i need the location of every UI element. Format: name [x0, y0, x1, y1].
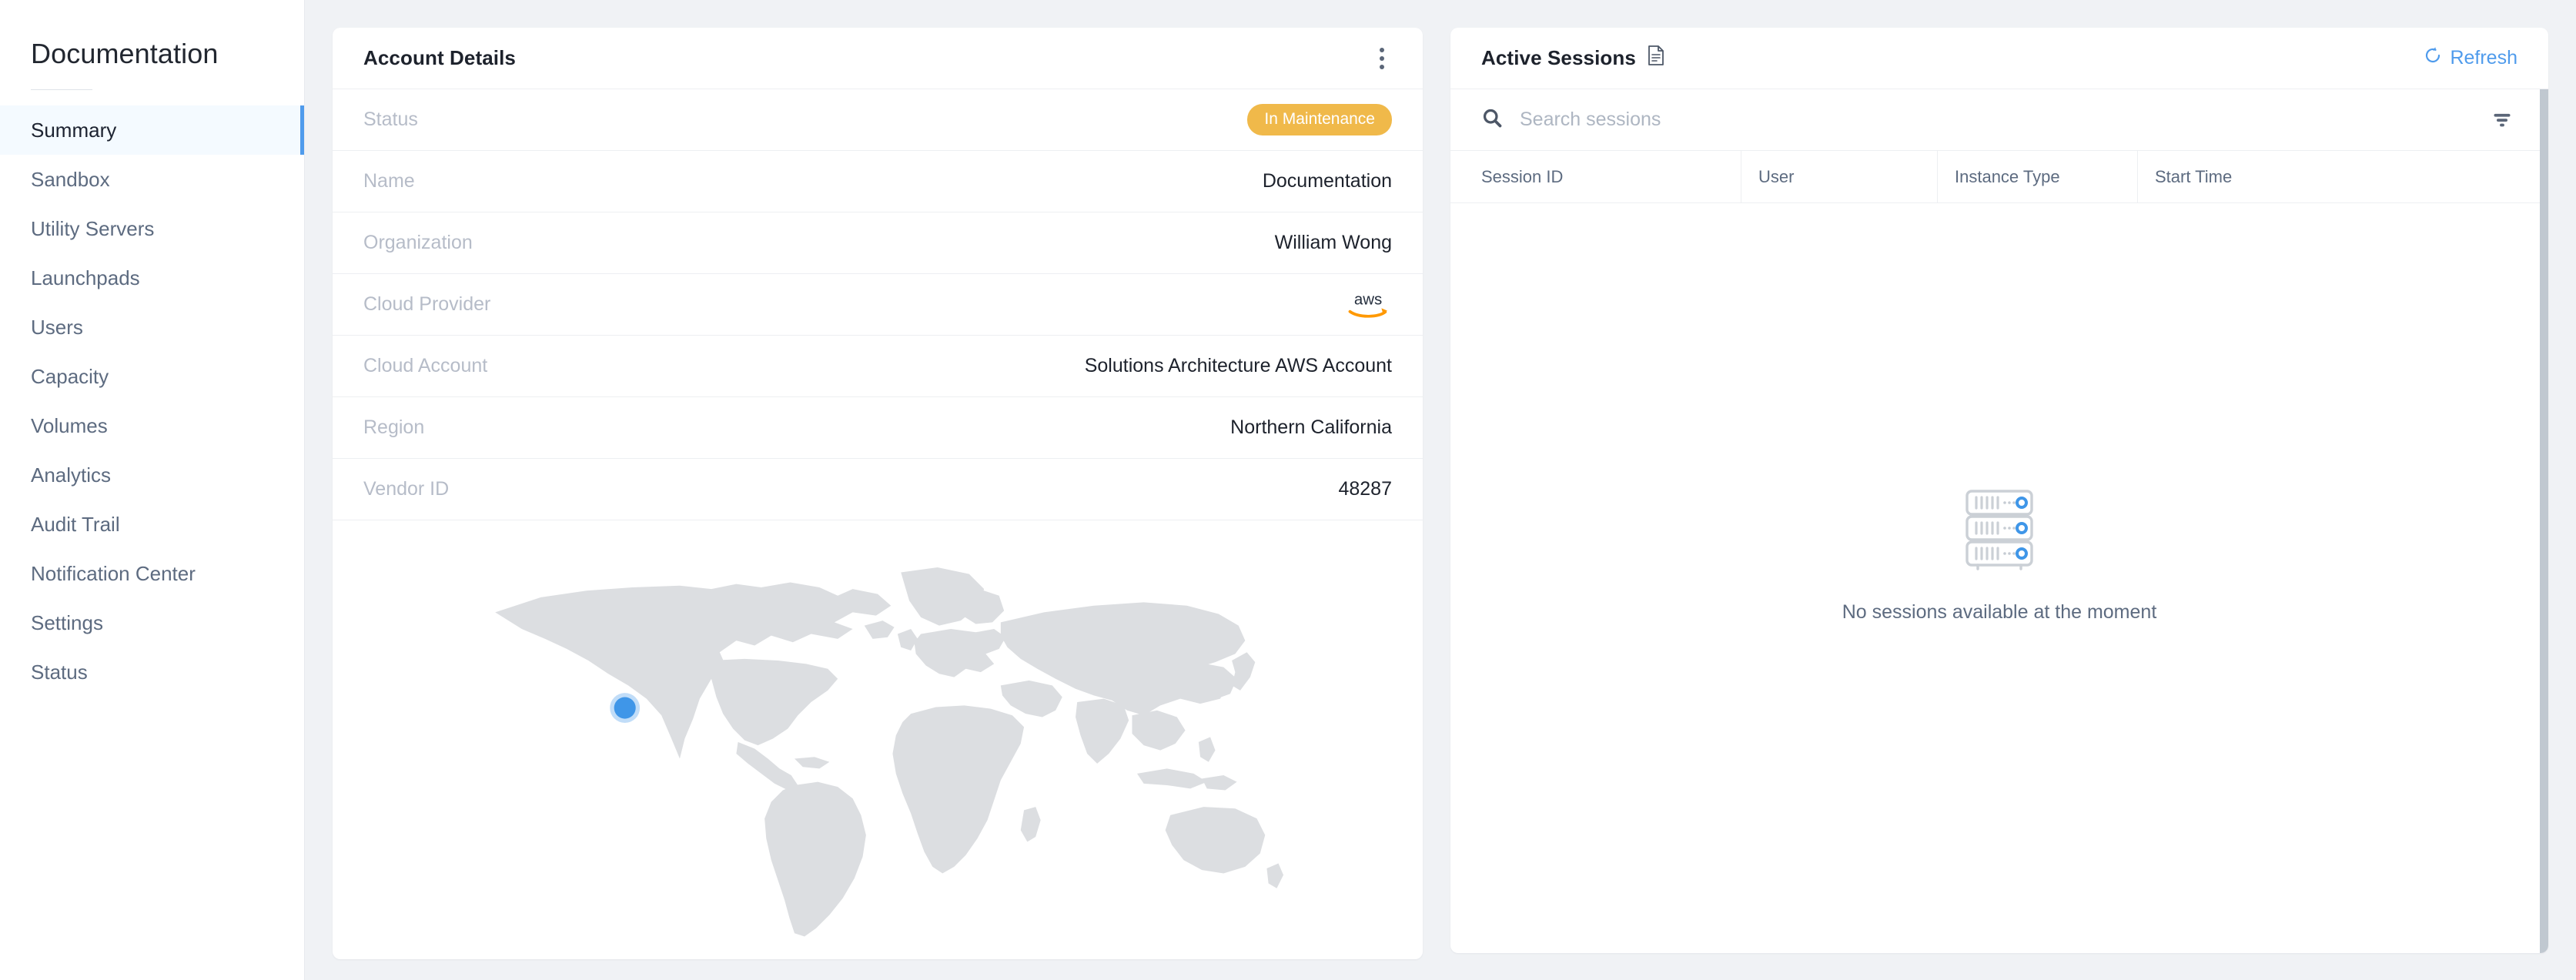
empty-state-message: No sessions available at the moment	[1842, 601, 2157, 623]
active-sessions-title: Active Sessions	[1481, 46, 1636, 69]
sidebar-item-label: Users	[31, 316, 83, 339]
sidebar-item-volumes[interactable]: Volumes	[0, 401, 304, 450]
sidebar-item-users[interactable]: Users	[0, 303, 304, 352]
detail-label: Region	[363, 416, 425, 438]
aws-logo-icon: aws	[1344, 289, 1392, 321]
svg-text:aws: aws	[1354, 290, 1382, 308]
sidebar-item-capacity[interactable]: Capacity	[0, 352, 304, 401]
main-content: Account Details Status In Maintenance Na…	[305, 0, 2576, 980]
detail-label: Cloud Provider	[363, 293, 491, 315]
detail-value: 48287	[1338, 478, 1392, 500]
detail-row-cloud-account: Cloud Account Solutions Architecture AWS…	[333, 336, 1423, 397]
sidebar-divider	[31, 89, 92, 90]
app-root: Documentation Summary Sandbox Utility Se…	[0, 0, 2576, 980]
sidebar-item-label: Launchpads	[31, 266, 140, 289]
sidebar-item-label: Notification Center	[31, 562, 196, 585]
active-sessions-title-group: Active Sessions	[1481, 45, 1665, 72]
column-header-start-time[interactable]: Start Time	[2138, 151, 2548, 202]
sidebar-item-analytics[interactable]: Analytics	[0, 450, 304, 500]
detail-row-cloud-provider: Cloud Provider aws	[333, 274, 1423, 336]
account-details-title: Account Details	[363, 46, 516, 69]
detail-row-region: Region Northern California	[333, 397, 1423, 459]
sidebar-item-label: Analytics	[31, 463, 112, 487]
detail-row-vendor-id: Vendor ID 48287	[333, 459, 1423, 520]
sidebar-item-label: Audit Trail	[31, 513, 120, 536]
detail-row-status: Status In Maintenance	[333, 89, 1423, 151]
refresh-label: Refresh	[2450, 47, 2517, 69]
detail-value: Northern California	[1230, 416, 1392, 438]
refresh-icon	[2424, 46, 2442, 70]
detail-row-name: Name Documentation	[333, 151, 1423, 212]
column-header-user[interactable]: User	[1741, 151, 1938, 202]
world-map-svg	[495, 567, 1284, 937]
map-marker-northern-california	[610, 693, 641, 723]
sidebar-item-notification-center[interactable]: Notification Center	[0, 549, 304, 598]
filter-icon[interactable]	[2487, 105, 2517, 135]
sessions-table-header: Session ID User Instance Type Start Time	[1450, 151, 2548, 203]
session-search-bar	[1450, 89, 2548, 151]
sidebar-item-launchpads[interactable]: Launchpads	[0, 253, 304, 303]
sessions-scrollbar[interactable]	[2539, 89, 2548, 953]
account-details-header: Account Details	[333, 28, 1423, 89]
detail-label: Vendor ID	[363, 478, 450, 500]
sidebar-item-label: Sandbox	[31, 168, 110, 191]
sidebar-item-label: Volumes	[31, 414, 108, 437]
sidebar-item-summary[interactable]: Summary	[0, 105, 304, 155]
active-sessions-card: Active Sessions Refresh Search sessions …	[1450, 28, 2548, 953]
detail-value: William Wong	[1274, 232, 1392, 253]
sidebar-item-label: Status	[31, 661, 88, 684]
sidebar-item-audit-trail[interactable]: Audit Trail	[0, 500, 304, 549]
sidebar-item-label: Summary	[31, 119, 117, 142]
detail-row-organization: Organization William Wong	[333, 212, 1423, 274]
sidebar-item-status[interactable]: Status	[0, 647, 304, 697]
sidebar-item-label: Settings	[31, 611, 103, 634]
detail-label: Cloud Account	[363, 355, 488, 376]
sidebar-item-sandbox[interactable]: Sandbox	[0, 155, 304, 204]
sidebar-item-label: Utility Servers	[31, 217, 155, 240]
sidebar-item-settings[interactable]: Settings	[0, 598, 304, 647]
detail-label: Name	[363, 170, 415, 192]
kebab-menu-icon[interactable]	[1372, 42, 1392, 75]
search-icon	[1481, 107, 1503, 132]
status-badge: In Maintenance	[1247, 104, 1392, 135]
detail-value: Solutions Architecture AWS Account	[1084, 355, 1392, 376]
sidebar-nav-list: Summary Sandbox Utility Servers Launchpa…	[0, 105, 304, 697]
world-map	[333, 520, 1423, 959]
detail-label: Status	[363, 109, 418, 130]
world-map-landmasses	[495, 567, 1284, 937]
document-icon[interactable]	[1647, 45, 1665, 72]
sidebar: Documentation Summary Sandbox Utility Se…	[0, 0, 305, 980]
column-header-session-id[interactable]: Session ID	[1450, 151, 1741, 202]
sidebar-item-label: Capacity	[31, 365, 109, 388]
sidebar-item-utility-servers[interactable]: Utility Servers	[0, 204, 304, 253]
account-details-card: Account Details Status In Maintenance Na…	[333, 28, 1423, 959]
active-sessions-header: Active Sessions Refresh	[1450, 28, 2548, 89]
sessions-scrollbar-thumb[interactable]	[2540, 89, 2548, 953]
detail-label: Organization	[363, 232, 473, 253]
page-title: Documentation	[31, 38, 219, 69]
search-input[interactable]	[1520, 109, 2470, 131]
server-rack-icon	[1961, 487, 2038, 575]
column-header-instance-type[interactable]: Instance Type	[1938, 151, 2138, 202]
sessions-empty-state: No sessions available at the moment	[1450, 203, 2548, 953]
refresh-button[interactable]: Refresh	[2424, 46, 2517, 70]
detail-value: Documentation	[1262, 170, 1392, 192]
